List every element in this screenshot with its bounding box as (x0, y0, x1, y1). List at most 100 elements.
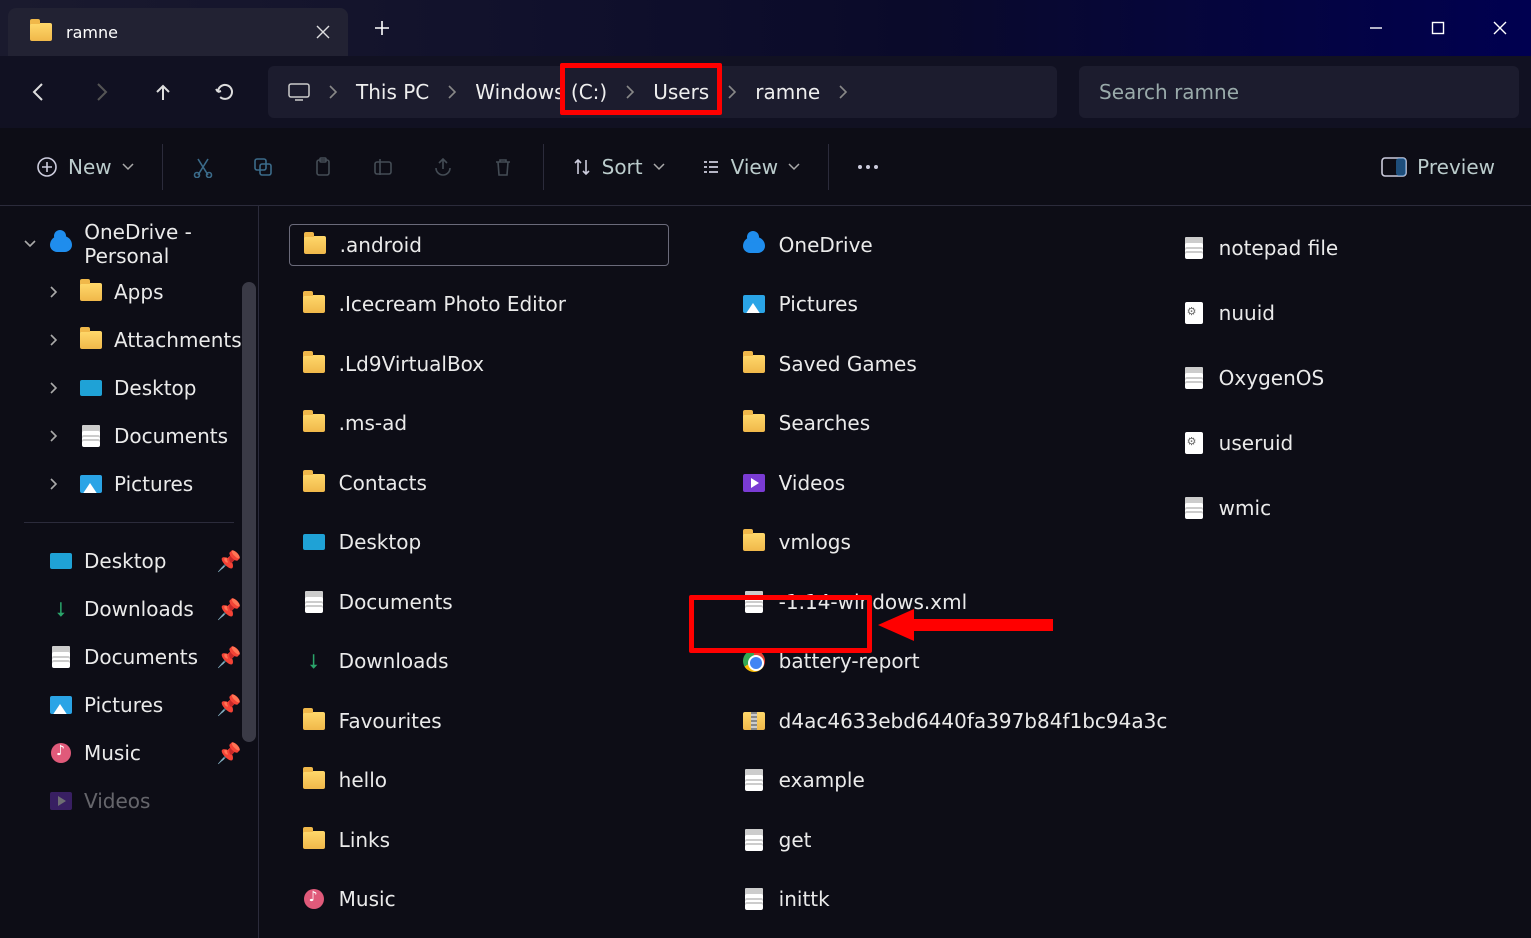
file-item[interactable]: inittk (729, 879, 1109, 921)
view-label: View (731, 155, 778, 179)
document-icon (50, 646, 72, 668)
minimize-button[interactable] (1345, 0, 1407, 56)
sidebar-quick-music[interactable]: Music 📌 (6, 729, 252, 777)
rename-button[interactable] (357, 145, 409, 189)
forward-button[interactable] (74, 68, 128, 116)
chevron-right-icon[interactable] (623, 85, 637, 99)
settings-doc-icon (1183, 432, 1205, 454)
file-item-label: hello (339, 768, 387, 792)
file-item[interactable]: useruid (1169, 419, 1531, 466)
paste-button[interactable] (297, 145, 349, 189)
delete-button[interactable] (477, 145, 529, 189)
new-button[interactable]: New (22, 145, 148, 189)
chevron-right-icon[interactable] (326, 85, 340, 99)
file-list: .android .Icecream Photo Editor .Ld9Virtua… (259, 206, 1531, 938)
sort-button[interactable]: Sort (558, 145, 679, 189)
sidebar-quick-desktop[interactable]: Desktop 📌 (6, 537, 252, 585)
navigation-bar: This PC Windows (C:) Users ramne Search … (0, 56, 1531, 128)
file-item[interactable]: hello (289, 760, 669, 801)
file-item[interactable]: nuuid (1169, 289, 1531, 336)
toolbar: New Sort View Preview (0, 128, 1531, 206)
file-item[interactable]: -1.14-windows.xml (729, 581, 1109, 623)
new-tab-button[interactable] (362, 8, 402, 48)
sidebar-quick-downloads[interactable]: ⭣ Downloads 📌 (6, 585, 252, 633)
pin-icon: 📌 (217, 549, 242, 573)
chevron-right-icon[interactable] (836, 85, 850, 99)
chevron-right-icon[interactable] (50, 478, 68, 490)
close-window-button[interactable] (1469, 0, 1531, 56)
window-tab[interactable]: ramne (8, 8, 348, 56)
breadcrumb-drive[interactable]: Windows (C:) (465, 76, 617, 108)
breadcrumb-root-icon[interactable] (278, 79, 320, 105)
copy-button[interactable] (237, 145, 289, 189)
file-item[interactable]: battery-report (729, 641, 1109, 683)
file-item[interactable]: Documents (289, 581, 669, 622)
file-item[interactable]: notepad file (1169, 224, 1531, 271)
file-item[interactable]: .Icecream Photo Editor (289, 284, 669, 325)
breadcrumb-current[interactable]: ramne (745, 76, 830, 108)
file-item[interactable]: Music (289, 879, 669, 920)
file-item-label: example (779, 768, 865, 792)
file-item[interactable]: d4ac4633ebd6440fa397b84f1bc94a3c (729, 700, 1109, 742)
file-item[interactable]: Videos (729, 462, 1109, 504)
file-item[interactable]: Searches (729, 403, 1109, 445)
address-bar[interactable]: This PC Windows (C:) Users ramne (268, 66, 1057, 118)
file-item[interactable]: example (729, 760, 1109, 802)
chrome-icon (743, 650, 765, 672)
sidebar-quick-pictures[interactable]: Pictures 📌 (6, 681, 252, 729)
file-item[interactable]: get (729, 819, 1109, 861)
file-item[interactable]: OneDrive (729, 224, 1109, 266)
file-item[interactable]: Pictures (729, 284, 1109, 326)
sidebar-quick-documents[interactable]: Documents 📌 (6, 633, 252, 681)
file-item[interactable]: Links (289, 819, 669, 860)
file-item[interactable]: .ms-ad (289, 403, 669, 444)
refresh-button[interactable] (198, 68, 252, 116)
sidebar-onedrive[interactable]: OneDrive - Personal (6, 220, 252, 268)
search-input[interactable]: Search ramne (1079, 66, 1519, 118)
file-item[interactable]: Contacts (289, 462, 669, 503)
chevron-right-icon[interactable] (50, 334, 68, 346)
maximize-button[interactable] (1407, 0, 1469, 56)
close-tab-button[interactable] (316, 25, 330, 39)
share-button[interactable] (417, 145, 469, 189)
sidebar-item-label: Pictures (114, 472, 193, 496)
file-item[interactable]: .Ld9VirtualBox (289, 343, 669, 384)
sidebar-scrollbar[interactable] (242, 282, 256, 742)
chevron-down-icon[interactable] (24, 240, 38, 248)
file-item[interactable]: ⭣Downloads (289, 641, 669, 682)
folder-icon (303, 829, 325, 851)
chevron-right-icon[interactable] (50, 430, 68, 442)
sidebar-item-attachments[interactable]: Attachments (6, 316, 252, 364)
view-button[interactable]: View (687, 145, 814, 189)
preview-toggle[interactable]: Preview (1367, 145, 1509, 189)
sidebar-item-documents[interactable]: Documents (6, 412, 252, 460)
chevron-right-icon[interactable] (725, 85, 739, 99)
sidebar-item-label: Documents (84, 645, 198, 669)
file-item-label: Links (339, 828, 390, 852)
sidebar-item-desktop[interactable]: Desktop (6, 364, 252, 412)
cut-button[interactable] (177, 145, 229, 189)
sidebar-quick-videos[interactable]: Videos (6, 777, 252, 825)
sidebar-item-pictures[interactable]: Pictures (6, 460, 252, 508)
file-item[interactable]: Favourites (289, 700, 669, 741)
file-item[interactable]: OxygenOS (1169, 354, 1531, 401)
file-item[interactable]: vmlogs (729, 522, 1109, 564)
desktop-icon (50, 550, 72, 572)
chevron-right-icon[interactable] (50, 382, 68, 394)
up-button[interactable] (136, 68, 190, 116)
sidebar-item-label: Music (84, 741, 141, 765)
breadcrumb-users[interactable]: Users (643, 76, 719, 108)
file-item-label: OneDrive (779, 233, 873, 257)
file-item[interactable]: Desktop (289, 522, 669, 563)
more-button[interactable] (843, 145, 893, 189)
picture-icon (80, 473, 102, 495)
folder-icon (743, 412, 765, 434)
back-button[interactable] (12, 68, 66, 116)
file-item[interactable]: Saved Games (729, 343, 1109, 385)
sidebar-item-apps[interactable]: Apps (6, 268, 252, 316)
file-item[interactable]: wmic (1169, 484, 1531, 531)
file-item[interactable]: .android (289, 224, 669, 266)
chevron-right-icon[interactable] (445, 85, 459, 99)
breadcrumb-this-pc[interactable]: This PC (346, 76, 439, 108)
chevron-right-icon[interactable] (50, 286, 68, 298)
